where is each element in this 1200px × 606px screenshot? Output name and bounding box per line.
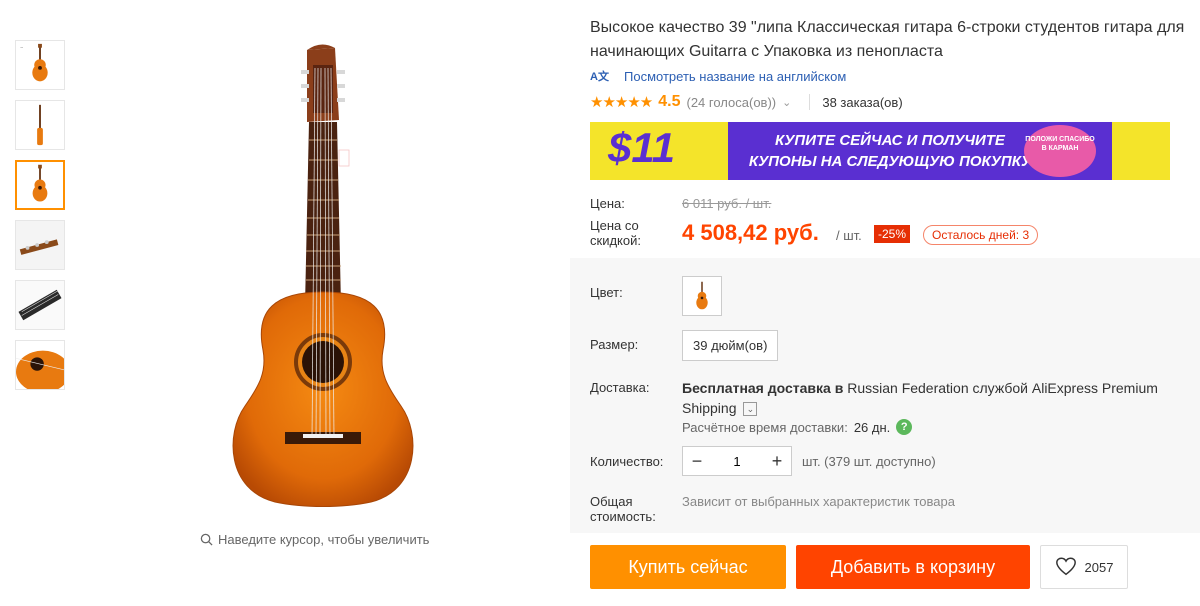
translate-link[interactable]: A文 Посмотреть название на английском (590, 68, 846, 84)
delivery-time-label: Расчётное время доставки: (682, 419, 848, 435)
zoom-hint-text: Наведите курсор, чтобы увеличить (218, 532, 430, 547)
banner-seal: ПОЛОЖИ СПАСИБО В КАРМАН (1024, 125, 1096, 177)
delivery-info: Бесплатная доставка в Russian Federation… (682, 378, 1182, 418)
size-label: Размер: (590, 337, 639, 352)
coupon-banner[interactable]: $11 КУПИТЕ СЕЙЧАС И ПОЛУЧИТЕ КУПОНЫ НА С… (590, 122, 1170, 180)
thumbnail-3[interactable] (15, 160, 65, 210)
days-left-badge: Осталось дней: 3 (923, 225, 1039, 245)
increase-button[interactable]: + (763, 447, 791, 475)
banner-ticket-stub (1112, 122, 1170, 180)
quantity-input[interactable] (711, 453, 763, 469)
total-label: Общая стоимость: (590, 494, 656, 524)
discount-price-label: Цена со скидкой: (590, 218, 641, 248)
chevron-down-icon[interactable]: ⌄ (743, 402, 758, 417)
heart-icon (1055, 557, 1076, 576)
old-price: 6 011 руб. / шт. (682, 196, 772, 211)
rating-stars-icon: ★★★★★ (590, 94, 653, 111)
delivery-time: Расчётное время доставки: 26 дн. ? (682, 419, 913, 435)
votes-count[interactable]: (24 голоса(ов)) (687, 95, 777, 110)
thumbnail-6[interactable] (15, 340, 65, 390)
delivery-label: Доставка: (590, 380, 650, 395)
price-label: Цена: (590, 196, 625, 211)
product-page: ~ Наведите курсор, чтобы увеличить Высок… (0, 0, 1200, 606)
discount-price: 4 508,42 руб. (682, 220, 819, 245)
banner-text: КУПИТЕ СЕЙЧАС И ПОЛУЧИТЕ КУПОНЫ НА СЛЕДУ… (748, 132, 1032, 170)
discount-badge: -25% (874, 225, 911, 243)
search-icon (200, 533, 213, 546)
color-label: Цвет: (590, 285, 623, 300)
thumbnail-5[interactable] (15, 280, 65, 330)
rating-value: 4.5 (658, 93, 681, 110)
thumbnail-2[interactable] (15, 100, 65, 150)
translate-icon: A文 (590, 71, 609, 83)
delivery-time-value: 26 дн. (853, 419, 891, 435)
thumbnail-list: ~ (15, 40, 65, 400)
zoom-hint: Наведите курсор, чтобы увеличить (200, 532, 429, 547)
product-info: Высокое качество 39 "липа Классическая г… (570, 0, 1200, 606)
main-product-image[interactable] (75, 10, 565, 520)
thumbnail-4[interactable] (15, 220, 65, 270)
divider (809, 94, 811, 110)
help-icon[interactable]: ? (896, 419, 913, 435)
size-option[interactable]: 39 дюйм(ов) (682, 330, 779, 361)
chevron-down-icon[interactable]: ⌄ (782, 96, 791, 109)
wishlist-button[interactable]: 2057 (1040, 545, 1128, 589)
total-note: Зависит от выбранных характеристик товар… (682, 494, 955, 509)
delivery-free: Бесплатная доставка в (682, 380, 844, 396)
translate-link-text[interactable]: Посмотреть название на английском (624, 69, 846, 84)
add-to-cart-button[interactable]: Добавить в корзину (796, 545, 1030, 589)
quantity-stepper: − + (682, 446, 792, 476)
buy-now-button[interactable]: Купить сейчас (590, 545, 786, 589)
orders-count: 38 заказа(ов) (822, 94, 903, 110)
color-option[interactable] (682, 276, 722, 316)
product-title: Высокое качество 39 "липа Классическая г… (590, 19, 1185, 60)
quantity-available: шт. (379 шт. доступно) (802, 454, 936, 469)
rating-row: ★★★★★ 4.5 (24 голоса(ов)) ⌄ 38 заказа(ов… (590, 92, 903, 112)
banner-amount: $11 (608, 124, 675, 171)
wishlist-count: 2057 (1084, 559, 1114, 575)
quantity-label: Количество: (590, 454, 664, 469)
thumbnail-1[interactable]: ~ (15, 40, 65, 90)
per-unit: / шт. (836, 228, 862, 243)
decrease-button[interactable]: − (683, 447, 711, 475)
